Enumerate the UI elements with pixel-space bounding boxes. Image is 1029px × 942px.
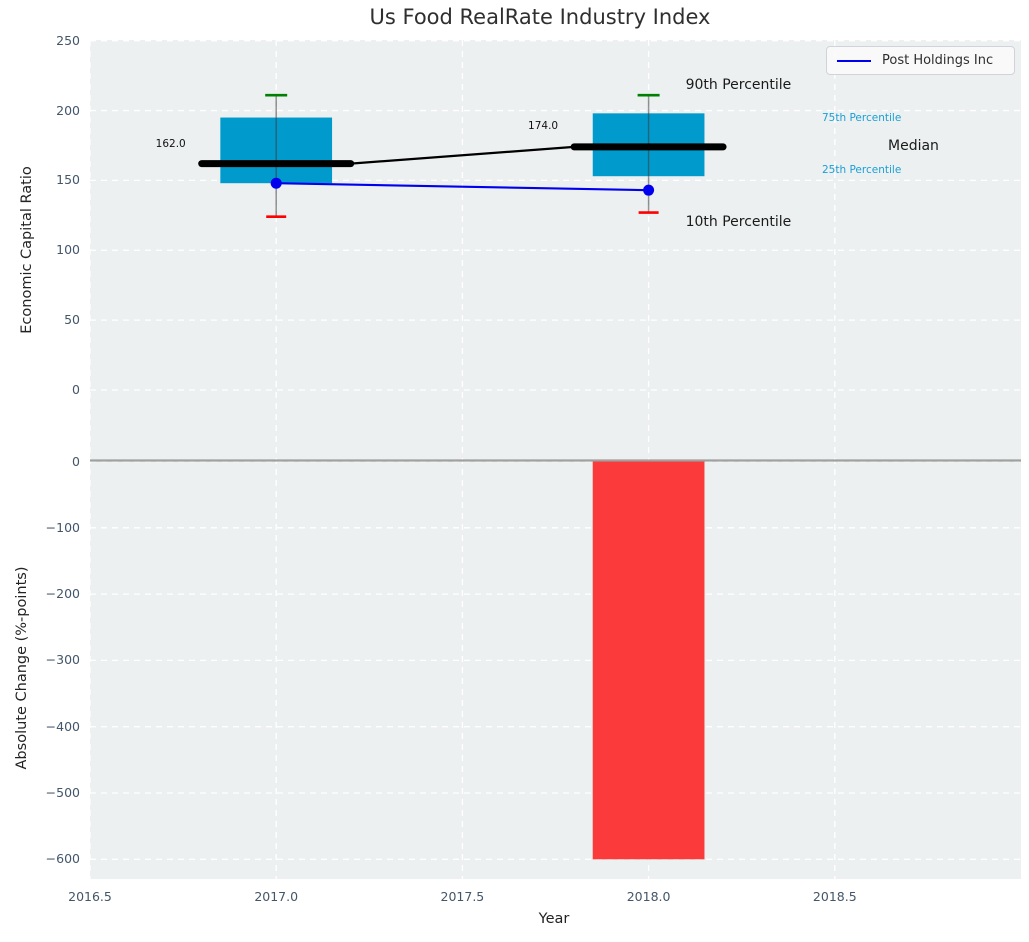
top-y-tick-label: 250 xyxy=(36,32,80,50)
bottom-y-axis-label: Absolute Change (%-points) xyxy=(14,458,34,878)
annotation-median: Median xyxy=(888,138,939,154)
figure: Us Food RealRate Industry Index Economic… xyxy=(0,0,1029,942)
chart-title: Us Food RealRate Industry Index xyxy=(55,5,1025,29)
annotation-25th-percentile: 25th Percentile xyxy=(822,164,901,176)
median-value-label-2018: 174.0 xyxy=(522,120,558,132)
annotation-10th-percentile: 10th Percentile xyxy=(686,214,792,230)
bottom-y-tick-label: −200 xyxy=(36,585,80,603)
annotation-75th-percentile: 75th Percentile xyxy=(822,112,901,124)
x-axis-label: Year xyxy=(294,911,814,927)
legend-line-sample xyxy=(837,60,871,62)
x-tick-label: 2016.5 xyxy=(58,888,122,906)
x-tick-label: 2018.5 xyxy=(803,888,867,906)
top-y-tick-label: 200 xyxy=(36,102,80,120)
top-y-tick-label: 100 xyxy=(36,241,80,259)
top-y-tick-label: 0 xyxy=(36,381,80,399)
x-tick-label: 2018.0 xyxy=(617,888,681,906)
bottom-y-tick-label: −400 xyxy=(36,718,80,736)
legend: Post Holdings Inc xyxy=(826,46,1015,75)
top-y-tick-label: 150 xyxy=(36,171,80,189)
x-tick-label: 2017.0 xyxy=(244,888,308,906)
annotation-90th-percentile: 90th Percentile xyxy=(686,77,792,93)
legend-label: Post Holdings Inc xyxy=(882,53,993,68)
x-tick-label: 2017.5 xyxy=(430,888,494,906)
bottom-y-tick-label: −300 xyxy=(36,651,80,669)
top-y-tick-label: 50 xyxy=(36,311,80,329)
bottom-y-tick-label: −500 xyxy=(36,784,80,802)
bottom-y-tick-label: −600 xyxy=(36,850,80,868)
median-value-label-2017: 162.0 xyxy=(150,138,186,150)
bottom-y-tick-label: −100 xyxy=(36,519,80,537)
bottom-y-tick-label: 0 xyxy=(36,453,80,471)
